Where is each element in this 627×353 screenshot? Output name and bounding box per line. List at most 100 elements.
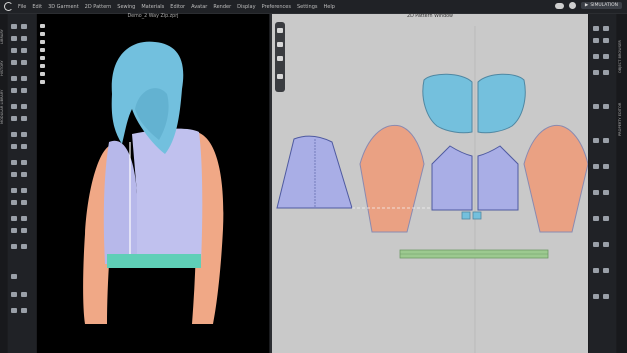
button-tool-icon[interactable] [11, 88, 17, 93]
color-icon[interactable] [603, 104, 609, 109]
menu-display[interactable]: Display [237, 4, 255, 10]
body-icon[interactable] [11, 244, 17, 249]
edit-pattern-icon[interactable] [593, 190, 599, 195]
pattern-view-icon[interactable] [277, 28, 283, 33]
menu-preferences[interactable]: Preferences [262, 4, 291, 10]
view-fabric-icon[interactable] [40, 56, 45, 60]
menu-avatar[interactable]: Avatar [191, 4, 207, 10]
wind-icon[interactable] [21, 172, 27, 177]
3d-garment-window[interactable]: Demo_2 Way Zip.zprj [37, 14, 269, 353]
brush-icon[interactable] [11, 60, 17, 65]
menu-materials[interactable]: Materials [141, 4, 164, 10]
menu-file[interactable]: File [18, 4, 26, 10]
view-shirt-icon[interactable] [40, 24, 45, 28]
menu-help[interactable]: Help [324, 4, 335, 10]
fitting-icon[interactable] [11, 228, 17, 233]
shoe-icon[interactable] [21, 244, 27, 249]
scale-icon[interactable] [21, 160, 27, 165]
button-object-icon[interactable] [593, 164, 599, 169]
simulation-icon: ▶ [584, 3, 589, 8]
view-dots-icon[interactable] [40, 32, 45, 36]
menu-render[interactable]: Render [213, 4, 231, 10]
cloud-icon[interactable] [554, 2, 564, 9]
grid-icon[interactable] [21, 188, 27, 193]
tab-object-browser[interactable]: OBJECT BROWSER [618, 28, 625, 86]
segment-icon[interactable] [603, 190, 609, 195]
logo-icon[interactable] [4, 2, 13, 11]
export-icon[interactable] [11, 308, 17, 313]
trim-object-icon[interactable] [603, 138, 609, 143]
avatar-icon[interactable] [21, 76, 27, 81]
graphic-object-icon[interactable] [603, 164, 609, 169]
view-mesh-icon[interactable] [40, 40, 45, 44]
info-icon[interactable] [277, 56, 283, 61]
trim-icon[interactable] [11, 132, 17, 137]
view-light-icon[interactable] [40, 72, 45, 76]
graphic-icon[interactable] [21, 104, 27, 109]
select-icon[interactable] [11, 24, 17, 29]
menu-3d-garment[interactable]: 3D Garment [48, 4, 79, 10]
freeze-icon[interactable] [21, 200, 27, 205]
tab-property-editor[interactable]: PROPERTY EDITOR [618, 90, 625, 148]
2d-pattern-window[interactable]: 2D Pattern Window [272, 14, 588, 353]
texture-icon[interactable] [11, 104, 17, 109]
view-avatar-icon[interactable] [40, 48, 45, 52]
simulation-button[interactable]: ▶ SIMULATION [580, 2, 622, 9]
material-icon[interactable] [593, 104, 599, 109]
polygon-icon[interactable] [593, 216, 599, 221]
pleat-icon[interactable] [603, 268, 609, 273]
rib-object-icon[interactable] [593, 70, 599, 75]
arrange-icon[interactable] [11, 76, 17, 81]
import-icon[interactable] [21, 308, 27, 313]
topstitch-icon[interactable] [21, 116, 27, 121]
hood-object-icon[interactable] [593, 54, 599, 59]
seam-icon[interactable] [593, 294, 599, 299]
zipper-object-icon[interactable] [603, 70, 609, 75]
tack-icon[interactable] [11, 36, 17, 41]
menu-edit[interactable]: Edit [32, 4, 42, 10]
tab-history[interactable]: HISTORY [0, 56, 7, 80]
dart-icon[interactable] [603, 242, 609, 247]
tab-library[interactable]: LIBRARY [0, 20, 7, 54]
avatar-object-icon[interactable] [593, 138, 599, 143]
notch-icon[interactable] [593, 268, 599, 273]
zipper-icon[interactable] [21, 88, 27, 93]
sewing-object-icon[interactable] [603, 38, 609, 43]
pattern-object-icon[interactable] [593, 38, 599, 43]
rectangle-icon[interactable] [603, 216, 609, 221]
pin-icon[interactable] [21, 36, 27, 41]
pose-icon[interactable] [21, 228, 27, 233]
steam-icon[interactable] [21, 48, 27, 53]
circle-icon[interactable] [593, 242, 599, 247]
menu-editor[interactable]: Editor [170, 4, 185, 10]
refresh-icon[interactable] [21, 292, 27, 297]
shirt-object-icon[interactable] [593, 26, 599, 31]
view-texture-icon[interactable] [40, 64, 45, 68]
menu-settings[interactable]: Settings [297, 4, 318, 10]
reset-icon[interactable] [11, 292, 17, 297]
tab-modular-library[interactable]: MODULAR LIBRARY [0, 82, 7, 132]
snap-icon[interactable] [11, 188, 17, 193]
menu-sewing[interactable]: Sewing [117, 4, 135, 10]
settings-icon[interactable] [568, 2, 576, 9]
puckering-icon[interactable] [11, 116, 17, 121]
hanger-icon[interactable] [21, 132, 27, 137]
fold-icon[interactable] [11, 48, 17, 53]
pattern-layer-icon[interactable] [277, 42, 283, 47]
measure-icon[interactable] [21, 60, 27, 65]
sleeve-object-icon[interactable] [603, 54, 609, 59]
menu-2d-pattern[interactable]: 2D Pattern [85, 4, 112, 10]
move-icon[interactable] [21, 24, 27, 29]
camera-icon[interactable] [11, 144, 17, 149]
physics-icon[interactable] [11, 172, 17, 177]
user-icon[interactable] [11, 274, 17, 279]
view-gear-icon[interactable] [40, 80, 45, 84]
fold-arrange-icon[interactable] [603, 294, 609, 299]
strengthen-icon[interactable] [11, 216, 17, 221]
layer-icon[interactable] [21, 216, 27, 221]
render-icon[interactable] [21, 144, 27, 149]
transform-icon[interactable] [11, 160, 17, 165]
lock-icon[interactable] [11, 200, 17, 205]
shirt-icon[interactable] [277, 74, 283, 79]
fabric-object-icon[interactable] [603, 26, 609, 31]
